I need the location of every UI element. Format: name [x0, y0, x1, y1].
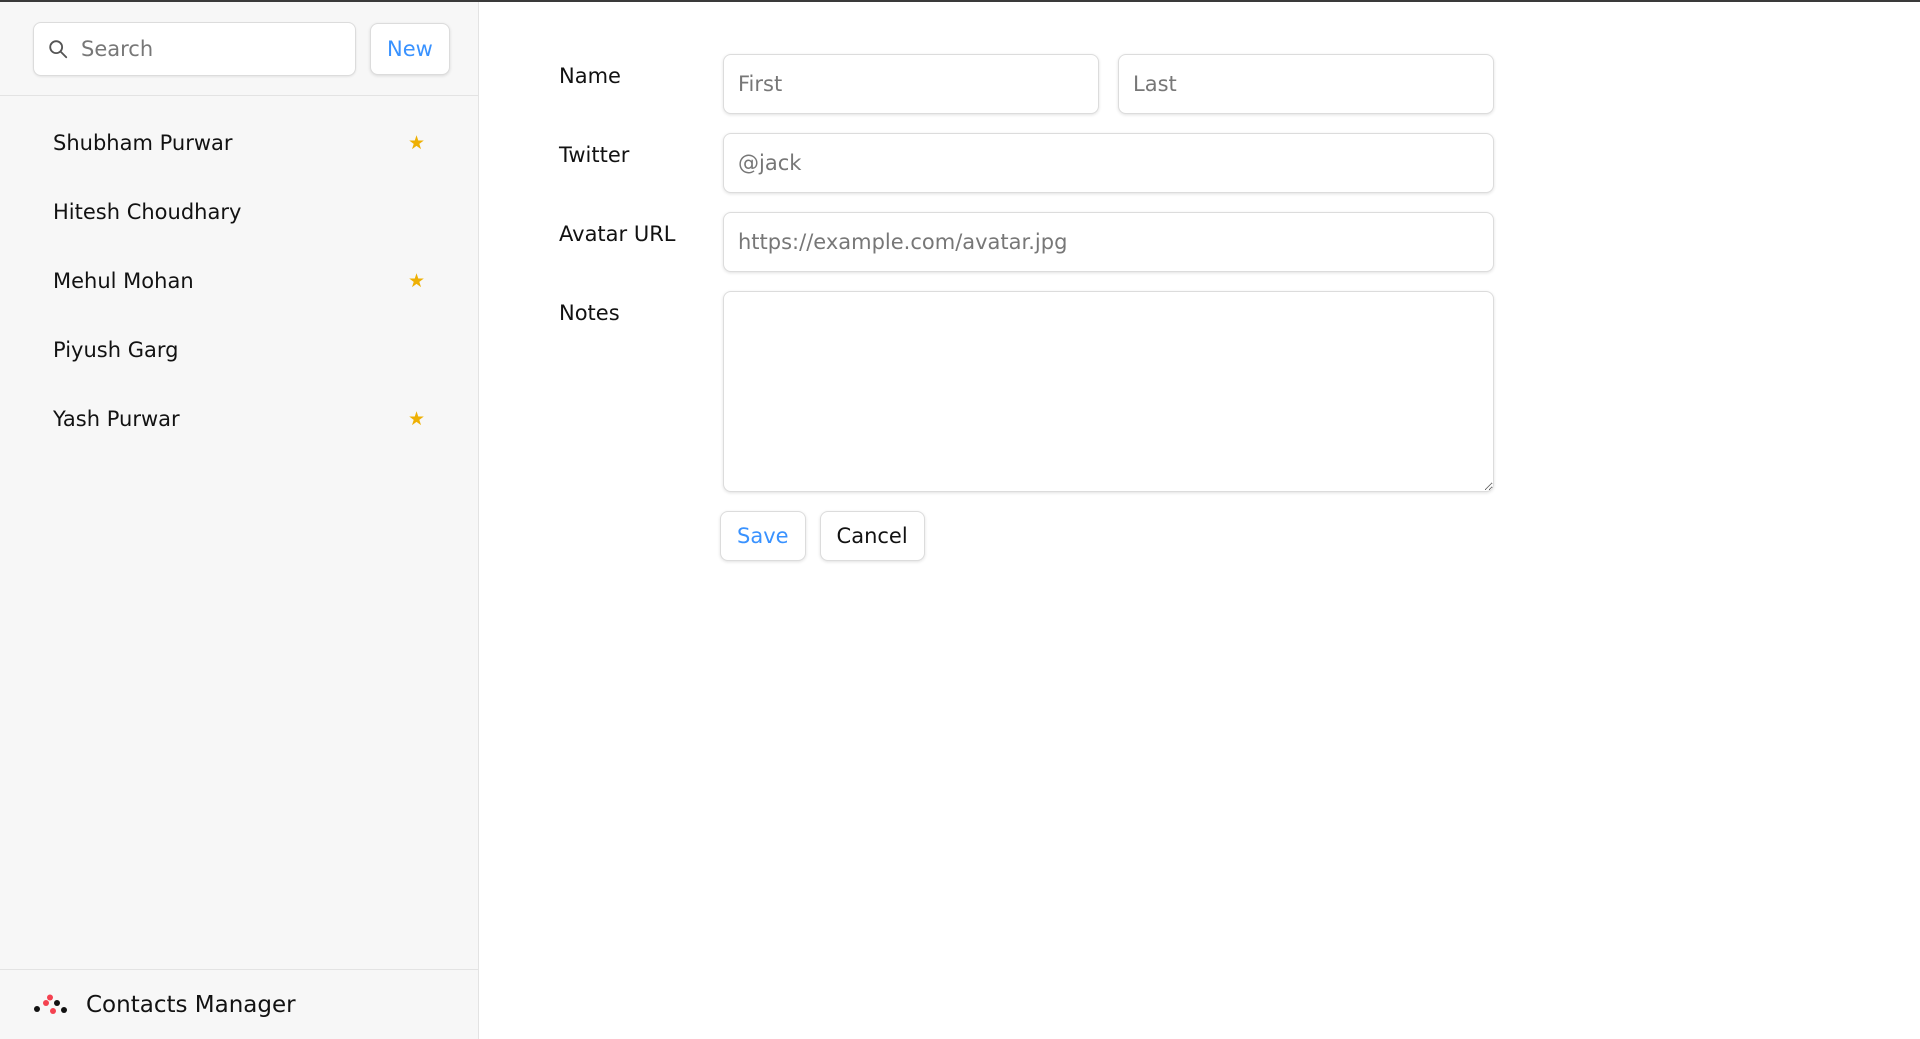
new-contact-button[interactable]: New: [370, 22, 450, 75]
search-icon: [49, 39, 68, 58]
star-icon: ★: [407, 269, 425, 292]
dots-logo-icon: [34, 994, 67, 1014]
notes-field[interactable]: [723, 291, 1494, 492]
star-icon: ★: [407, 131, 425, 154]
avatar-row: Avatar URL: [559, 212, 1509, 272]
sidebar: New Shubham Purwar ★ Hitesh Choudhary Me…: [0, 2, 479, 1039]
contact-item-yash-purwar[interactable]: Yash Purwar ★: [20, 384, 458, 453]
save-button[interactable]: Save: [720, 511, 806, 561]
name-fields: [723, 54, 1494, 114]
contact-item-piyush-garg[interactable]: Piyush Garg: [20, 315, 458, 384]
contact-name: Hitesh Choudhary: [53, 199, 242, 224]
name-label: Name: [559, 64, 621, 88]
contact-item-shubham-purwar[interactable]: Shubham Purwar ★: [20, 108, 458, 177]
star-icon: ★: [407, 407, 425, 430]
name-row: Name: [559, 54, 1509, 114]
avatar-url-label: Avatar URL: [559, 222, 676, 246]
cancel-button[interactable]: Cancel: [819, 511, 925, 561]
first-name-field[interactable]: [723, 54, 1099, 114]
contact-edit-form: Name Twitter Avatar URL Notes Save Cance…: [559, 54, 1509, 561]
twitter-row: Twitter: [559, 133, 1509, 193]
twitter-label: Twitter: [559, 143, 630, 167]
contact-list: Shubham Purwar ★ Hitesh Choudhary Mehul …: [0, 96, 478, 969]
sidebar-header: New: [0, 2, 478, 96]
form-actions: Save Cancel: [720, 511, 1509, 561]
contact-name: Piyush Garg: [53, 337, 179, 362]
sidebar-footer: Contacts Manager: [0, 969, 478, 1039]
avatar-url-field[interactable]: [723, 212, 1494, 272]
contact-item-mehul-mohan[interactable]: Mehul Mohan ★: [20, 246, 458, 315]
search-input[interactable]: [33, 21, 356, 76]
search-form: [33, 21, 356, 76]
contact-name: Shubham Purwar: [53, 130, 233, 155]
twitter-field[interactable]: [723, 133, 1494, 193]
contact-name: Yash Purwar: [53, 406, 180, 431]
contact-name: Mehul Mohan: [53, 268, 194, 293]
notes-row: Notes: [559, 291, 1509, 492]
last-name-field[interactable]: [1118, 54, 1494, 114]
contact-item-hitesh-choudhary[interactable]: Hitesh Choudhary: [20, 177, 458, 246]
notes-label: Notes: [559, 301, 620, 325]
app-title: Contacts Manager: [86, 991, 296, 1018]
detail-pane: Name Twitter Avatar URL Notes Save Cance…: [479, 2, 1920, 1039]
